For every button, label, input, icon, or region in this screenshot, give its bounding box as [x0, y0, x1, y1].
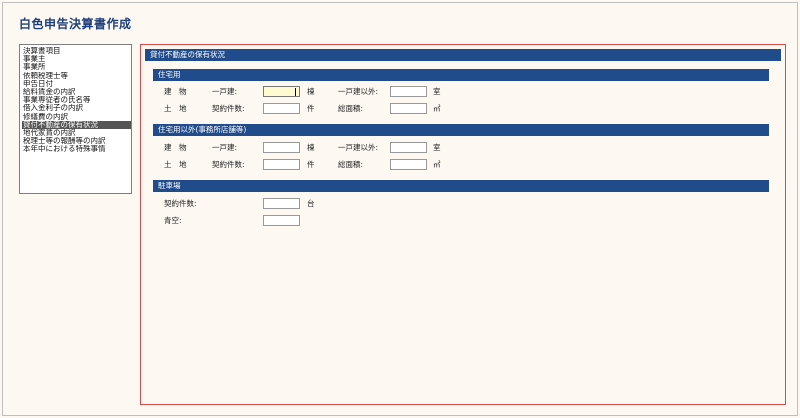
nav-item-jigyonushi[interactable]: 事業主: [22, 55, 131, 63]
non-residential-land-label: 土 地: [164, 160, 187, 169]
parking-contracts-label: 契約件数:: [164, 199, 197, 208]
non-residential-non-detached-label: 一戸建以外:: [338, 143, 379, 152]
residential-non-detached-input[interactable]: [390, 86, 427, 97]
nav-item-salaries[interactable]: 給料賃金の内訳: [22, 88, 131, 96]
parking-open-label: 青空:: [164, 216, 182, 225]
residential-detached-input[interactable]: [263, 86, 300, 97]
non-residential-area-input[interactable]: [390, 159, 427, 170]
residential-contracts-unit: 件: [307, 104, 315, 113]
parking-header: 駐車場: [153, 180, 769, 192]
text-caret: [295, 88, 296, 96]
residential-building-label: 建 物: [164, 87, 187, 96]
nav-item-family-employees[interactable]: 事業専従者の氏名等: [22, 96, 131, 104]
section-header: 貸付不動産の保有状況: [145, 49, 781, 61]
non-residential-detached-unit: 棟: [307, 143, 315, 152]
residential-land-label: 土 地: [164, 104, 187, 113]
non-residential-non-detached-unit: 室: [433, 143, 441, 152]
parking-contracts-unit: 台: [307, 199, 315, 208]
residential-area-input[interactable]: [390, 103, 427, 114]
residential-contracts-label: 契約件数:: [212, 104, 245, 113]
residential-area-label: 総面積:: [338, 104, 364, 113]
residential-header: 住宅用: [153, 69, 769, 81]
nav-item-filing-date[interactable]: 申告日付: [22, 80, 131, 88]
section-list[interactable]: 決算書項目 事業主 事業所 依頼税理士等 申告日付 給料賃金の内訳 事業専従者の…: [19, 44, 132, 194]
residential-non-detached-label: 一戸建以外:: [338, 87, 379, 96]
residential-non-detached-unit: 室: [433, 87, 441, 96]
nav-item-jigyosho[interactable]: 事業所: [22, 63, 131, 71]
non-residential-contracts-label: 契約件数:: [212, 160, 245, 169]
nav-item-kessansho[interactable]: 決算書項目: [22, 47, 131, 55]
nav-item-rent[interactable]: 地代家賃の内訳: [22, 129, 131, 137]
non-residential-header: 住宅用以外(事務所店舗等): [153, 124, 769, 136]
nav-item-tax-accountant[interactable]: 依頼税理士等: [22, 72, 131, 80]
non-residential-area-unit: ㎡: [433, 160, 441, 169]
non-residential-contracts-input[interactable]: [263, 159, 300, 170]
detail-panel: 貸付不動産の保有状況 住宅用 建 物 一戸建: 棟 一戸建以外: 室 土 地 契…: [140, 44, 786, 405]
nav-item-repairs[interactable]: 修繕費の内訳: [22, 113, 131, 121]
non-residential-area-label: 総面積:: [338, 160, 364, 169]
residential-area-unit: ㎡: [433, 104, 441, 113]
non-residential-contracts-unit: 件: [307, 160, 315, 169]
residential-detached-label: 一戸建:: [212, 87, 238, 96]
nav-item-accountant-fees[interactable]: 税理士等の報酬等の内訳: [22, 137, 131, 145]
nav-item-loan-interest[interactable]: 借入金利子の内訳: [22, 104, 131, 112]
non-residential-detached-label: 一戸建:: [212, 143, 238, 152]
nav-item-special-circumstances[interactable]: 本年中における特殊事情: [22, 145, 131, 153]
residential-contracts-input[interactable]: [263, 103, 300, 114]
app-window: 白色申告決算書作成 決算書項目 事業主 事業所 依頼税理士等 申告日付 給料賃金…: [2, 2, 798, 416]
non-residential-non-detached-input[interactable]: [390, 142, 427, 153]
non-residential-detached-input[interactable]: [263, 142, 300, 153]
residential-detached-unit: 棟: [307, 87, 315, 96]
page-title: 白色申告決算書作成: [19, 17, 132, 31]
parking-open-input[interactable]: [263, 215, 300, 226]
non-residential-building-label: 建 物: [164, 143, 187, 152]
parking-contracts-input[interactable]: [263, 198, 300, 209]
nav-item-rental-property[interactable]: 貸付不動産の保有状況: [22, 120, 131, 129]
